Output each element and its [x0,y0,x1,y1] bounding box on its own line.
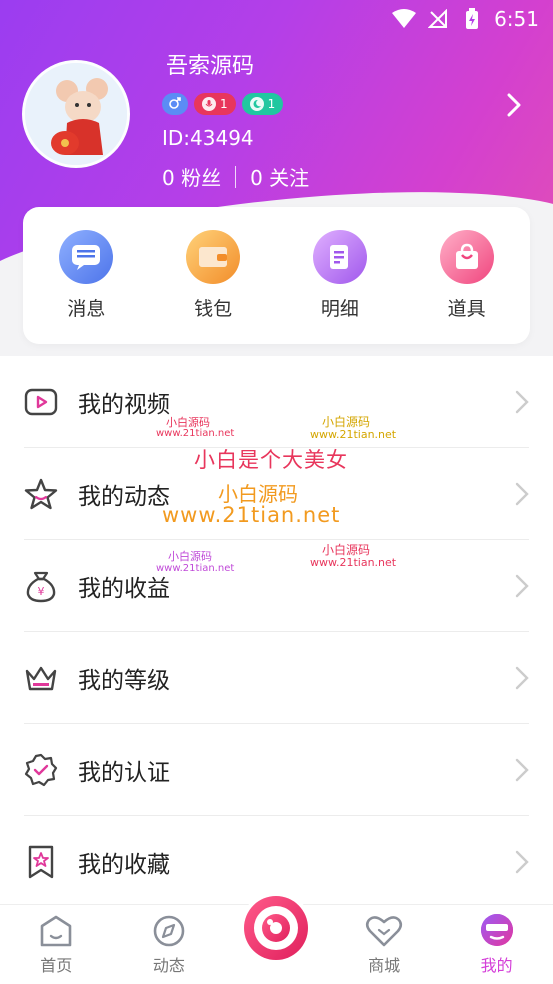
moon-icon [249,97,264,111]
voice-level-badge: 1 [194,93,236,115]
tab-home[interactable]: 首页 [11,914,101,976]
chevron-right-icon [515,758,529,782]
status-bar: 6:51 [0,0,553,38]
chevron-right-icon [515,574,529,598]
chevron-right-icon [515,666,529,690]
menu-item-level[interactable]: 我的等级 [0,632,553,724]
verified-icon [22,751,60,789]
wallet-icon [186,230,241,284]
heart-icon [366,916,403,947]
menu-item-label: 我的等级 [78,668,170,694]
male-icon [168,96,182,113]
menu-item-label: 我的视频 [78,392,170,418]
live-level-badge: 1 [241,93,284,115]
following-count[interactable]: 0 关注 [250,162,309,191]
follow-stats: 0 粉丝 0 关注 [162,162,309,191]
badges: 1 1 [162,93,284,115]
menu-item-earnings[interactable]: ¥ 我的收益 [0,540,553,632]
tab-label: 首页 [40,956,73,975]
quick-action-label: 道具 [447,298,486,320]
center-live-button[interactable] [240,892,312,964]
message-icon [59,230,114,284]
tab-label: 动态 [152,956,185,975]
user-id: ID:43494 [162,126,254,150]
tab-label: 商城 [368,956,401,975]
menu-item-label: 我的动态 [78,484,170,510]
live-level-value: 1 [267,97,276,111]
menu-item-videos[interactable]: 我的视频 [0,356,553,448]
quick-action-label: 钱包 [194,298,233,320]
fans-count[interactable]: 0 粉丝 [162,162,221,191]
tab-label: 我的 [480,956,513,975]
profile-icon [480,914,513,946]
menu-item-verification[interactable]: 我的认证 [0,724,553,816]
camera-lens-icon [244,896,308,960]
quick-action-label: 消息 [67,298,106,320]
compass-icon [153,915,185,947]
video-icon [22,383,60,421]
menu-item-moments[interactable]: 我的动态 [0,448,553,540]
mic-icon [202,97,216,111]
quick-action-props[interactable]: 道具 [417,230,517,321]
bookmark-icon [22,843,60,881]
chevron-right-icon [515,390,529,414]
battery-icon [460,8,484,30]
chevron-right-icon [515,850,529,874]
status-time: 6:51 [494,7,539,31]
tab-moments[interactable]: 动态 [124,914,214,976]
crown-icon [22,659,60,697]
svg-text:¥: ¥ [38,585,45,598]
menu-item-label: 我的收益 [78,576,170,602]
quick-action-label: 明细 [320,298,359,320]
menu-list: 我的视频 我的动态 ¥ 我的收益 我的等级 我的认证 我的收藏 [0,356,553,904]
money-bag-icon: ¥ [22,567,60,605]
tab-mine[interactable]: 我的 [452,912,542,976]
menu-item-label: 我的收藏 [78,852,170,878]
star-icon [22,475,60,513]
avatar[interactable] [22,60,130,168]
wifi-icon [392,8,417,30]
voice-level-value: 1 [220,97,228,111]
menu-item-label: 我的认证 [78,760,170,786]
profile-chevron-right-icon[interactable] [501,92,527,118]
props-icon [439,230,494,284]
follow-separator [235,165,237,188]
tab-shop[interactable]: 商城 [339,914,429,976]
quick-action-details[interactable]: 明细 [290,230,390,321]
quick-action-wallet[interactable]: 钱包 [163,230,263,321]
home-icon [40,915,72,947]
no-signal-icon [426,8,450,30]
username: 吾索源码 [166,54,255,79]
chevron-right-icon [515,482,529,506]
quick-action-messages[interactable]: 消息 [36,230,136,321]
detail-icon [312,230,367,284]
quick-actions-card: 消息 钱包 明细 道具 [23,207,530,344]
gender-badge [162,93,188,115]
